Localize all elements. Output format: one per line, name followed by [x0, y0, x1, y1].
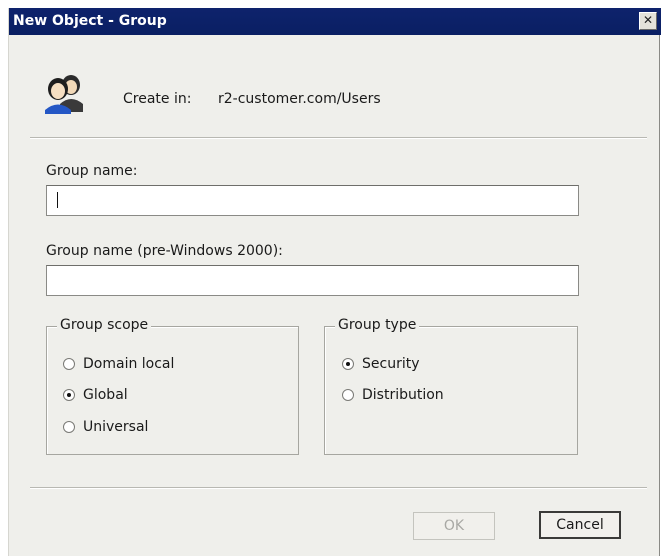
- window-title: New Object - Group: [13, 13, 167, 29]
- scope-global-radio[interactable]: Global: [63, 387, 128, 403]
- create-in-path: r2-customer.com/Users: [218, 91, 381, 107]
- type-distribution-label: Distribution: [362, 387, 444, 403]
- scope-universal-label: Universal: [83, 419, 149, 435]
- scope-domain-local-radio[interactable]: Domain local: [63, 356, 174, 372]
- group-name-label: Group name:: [46, 163, 138, 179]
- radio-button[interactable]: [63, 358, 75, 370]
- radio-button[interactable]: [63, 421, 75, 433]
- create-in-label: Create in:: [123, 91, 192, 107]
- group-name-input[interactable]: [46, 185, 579, 216]
- radio-button[interactable]: [342, 389, 354, 401]
- type-security-label: Security: [362, 356, 420, 372]
- ok-button[interactable]: OK: [413, 512, 495, 540]
- group-scope-legend: Group scope: [57, 317, 152, 333]
- radio-button-selected[interactable]: [342, 358, 354, 370]
- cancel-button[interactable]: Cancel: [539, 511, 621, 539]
- users-group-icon: [45, 75, 83, 114]
- scope-universal-radio[interactable]: Universal: [63, 419, 148, 435]
- footer-separator: [30, 487, 647, 489]
- text-caret: [57, 192, 58, 208]
- type-distribution-radio[interactable]: Distribution: [342, 387, 444, 403]
- title-bar[interactable]: New Object - Group ✕: [9, 8, 661, 35]
- header-separator: [30, 137, 647, 139]
- pre-windows-2000-label: Group name (pre-Windows 2000):: [46, 243, 283, 259]
- scope-global-label: Global: [83, 387, 128, 403]
- close-icon: ✕: [642, 13, 654, 27]
- group-type-legend: Group type: [335, 317, 420, 333]
- pre-windows-2000-input[interactable]: [46, 265, 579, 296]
- scope-domain-local-label: Domain local: [83, 356, 175, 372]
- close-button[interactable]: ✕: [639, 12, 657, 30]
- radio-button-selected[interactable]: [63, 389, 75, 401]
- type-security-radio[interactable]: Security: [342, 356, 420, 372]
